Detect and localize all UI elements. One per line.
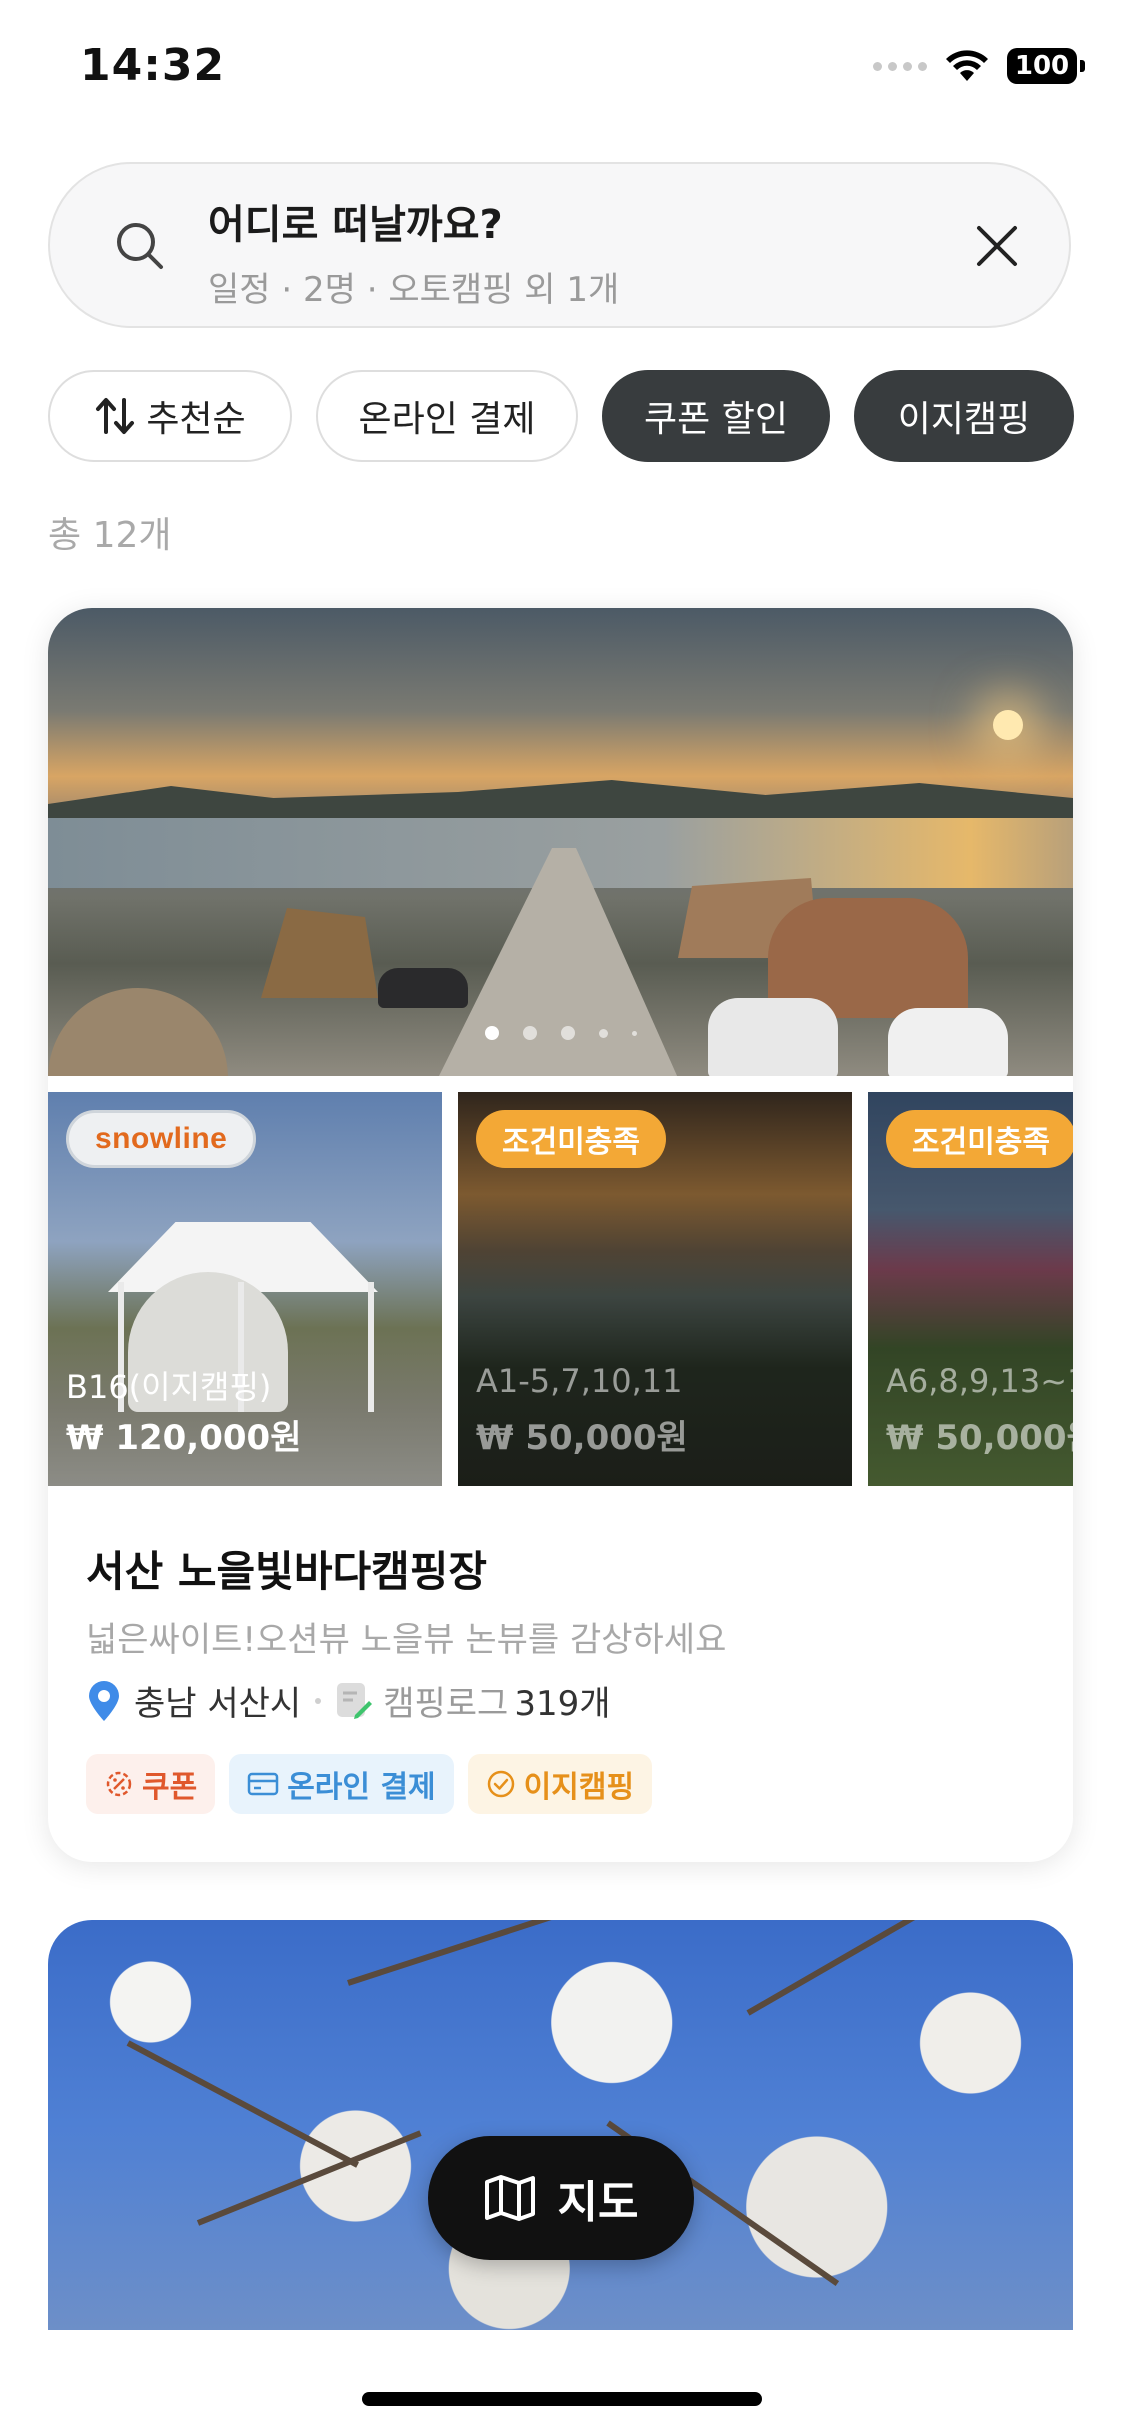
coupon-tag-label: 쿠폰 bbox=[142, 1770, 198, 1805]
site-price: ₩ 50,000원 bbox=[886, 1418, 1073, 1458]
total-count: 총 12개 bbox=[48, 515, 172, 556]
listing-card[interactable]: snowline B16(이지캠핑) ₩ 120,000원 조건미충족 A1-5… bbox=[48, 608, 1073, 1862]
sort-chip[interactable]: 추천순 bbox=[48, 370, 292, 462]
easy-camping-chip[interactable]: 이지캠핑 bbox=[854, 370, 1074, 462]
location-text: 충남 서산시 bbox=[134, 1684, 302, 1724]
coupon-icon bbox=[106, 1771, 132, 1797]
close-icon[interactable] bbox=[969, 218, 1025, 274]
sort-arrows-icon bbox=[96, 398, 135, 434]
site-price: ₩ 120,000원 bbox=[66, 1418, 302, 1458]
online-payment-chip[interactable]: 온라인 결제 bbox=[316, 370, 578, 462]
filter-chips: 추천순 온라인 결제 쿠폰 할인 이지캠핑 bbox=[48, 370, 1078, 462]
check-circle-icon bbox=[487, 1770, 514, 1798]
bottom-safe-area bbox=[0, 2330, 1125, 2436]
location-pin-icon bbox=[89, 1680, 119, 1721]
feature-tags: 쿠폰 온라인 결제 이지캠핑 bbox=[86, 1754, 653, 1814]
easy-camping-tag: 이지캠핑 bbox=[467, 1754, 653, 1814]
campsite-meta: 충남 서산시 캠핑로그 319개 bbox=[86, 1676, 611, 1725]
site-card[interactable]: 조건미충족 A6,8,9,13~1 ₩ 50,000원 bbox=[868, 1092, 1073, 1486]
map-icon bbox=[484, 2175, 535, 2221]
search-subtitle: 일정 · 2명 · 오토캠핑 외 1개 bbox=[208, 270, 620, 310]
carousel-dot bbox=[631, 1030, 637, 1036]
map-button[interactable]: 지도 bbox=[428, 2136, 694, 2260]
search-title: 어디로 떠날까요? bbox=[208, 202, 503, 248]
easy-camping-chip-label: 이지캠핑 bbox=[897, 399, 1031, 440]
site-price: ₩ 50,000원 bbox=[476, 1418, 688, 1458]
sort-chip-label: 추천순 bbox=[146, 399, 246, 440]
wifi-icon bbox=[946, 50, 988, 81]
carousel-dot bbox=[560, 1026, 575, 1040]
credit-card-icon bbox=[247, 1772, 279, 1796]
map-button-label: 지도 bbox=[557, 2177, 639, 2228]
carousel-dots bbox=[48, 1026, 1073, 1040]
site-card[interactable]: snowline B16(이지캠핑) ₩ 120,000원 bbox=[48, 1092, 442, 1486]
camping-log-icon bbox=[337, 1682, 373, 1719]
camping-log-label: 캠핑로그 bbox=[383, 1684, 509, 1724]
hero-image[interactable] bbox=[48, 608, 1073, 1076]
site-list: snowline B16(이지캠핑) ₩ 120,000원 조건미충족 A1-5… bbox=[48, 1092, 1073, 1486]
brand-badge: snowline bbox=[66, 1110, 257, 1168]
cellular-signal-icon bbox=[873, 61, 927, 71]
carousel-dot bbox=[598, 1028, 608, 1038]
coupon-discount-chip-label: 쿠폰 할인 bbox=[644, 399, 788, 440]
carousel-dot bbox=[522, 1026, 537, 1040]
status-time: 14:32 bbox=[80, 40, 226, 91]
online-payment-chip-label: 온라인 결제 bbox=[358, 399, 536, 440]
camping-log-count: 319개 bbox=[514, 1684, 611, 1724]
easy-camping-tag-label: 이지캠핑 bbox=[523, 1770, 635, 1805]
carousel-dot bbox=[484, 1026, 499, 1040]
coupon-tag: 쿠폰 bbox=[86, 1754, 216, 1814]
status-indicators: 100 bbox=[873, 48, 1085, 84]
status-bar: 14:32 100 bbox=[0, 0, 1125, 140]
search-bar[interactable]: 어디로 떠날까요? 일정 · 2명 · 오토캠핑 외 1개 bbox=[48, 162, 1071, 328]
listing-card-2-image[interactable] bbox=[48, 1920, 1073, 2330]
coupon-discount-chip[interactable]: 쿠폰 할인 bbox=[602, 370, 830, 462]
campsite-title: 서산 노을빛바다캠핑장 bbox=[86, 1547, 488, 1596]
condition-badge: 조건미충족 bbox=[476, 1110, 666, 1168]
online-payment-tag-label: 온라인 결제 bbox=[287, 1770, 436, 1805]
site-name: B16(이지캠핑) bbox=[66, 1368, 272, 1406]
online-payment-tag: 온라인 결제 bbox=[229, 1754, 454, 1814]
site-card[interactable]: 조건미충족 A1-5,7,10,11 ₩ 50,000원 bbox=[458, 1092, 852, 1486]
search-icon bbox=[117, 223, 163, 269]
battery-icon: 100 bbox=[1007, 48, 1085, 84]
home-indicator bbox=[362, 2392, 762, 2406]
site-name: A1-5,7,10,11 bbox=[476, 1362, 683, 1400]
condition-badge: 조건미충족 bbox=[886, 1110, 1073, 1168]
campsite-description: 넓은싸이트!오션뷰 노을뷰 논뷰를 감상하세요 bbox=[86, 1620, 727, 1660]
site-name: A6,8,9,13~1 bbox=[886, 1362, 1073, 1400]
